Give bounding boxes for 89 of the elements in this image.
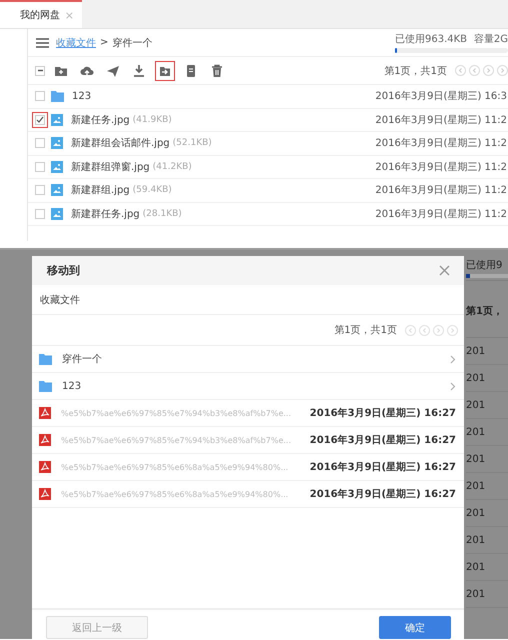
file-name[interactable]: 新建群任务.jpg [71,206,140,221]
file-size: (59.4KB) [132,185,172,196]
file-date: 201 [466,534,486,546]
file-date: 201 [466,400,486,410]
file-date: 201 [466,372,486,384]
file-name[interactable]: 新建群组会话邮件.jpg [71,136,170,150]
file-date: 201 [466,588,486,600]
item-date: 2016年3月9日(星期三) 16:27 [310,488,456,501]
file-date: 201 [466,454,486,464]
file-date: 2016年3月9日(星期三) 11:2 [375,184,508,198]
folder-icon [39,380,52,392]
folder-row[interactable]: 穿件一个 [32,346,464,373]
move-tool[interactable] [155,60,175,80]
row-checkbox[interactable] [35,162,45,172]
file-date: 2016年3月9日(星期三) 16:3 [375,90,508,104]
file-size: (41.9KB) [132,114,172,125]
file-date: 2016年3月9日(星期三) 11:2 [375,114,508,127]
close-icon[interactable] [439,265,450,276]
select-all-checkbox[interactable] [35,66,45,76]
pager-text: 第1页， [466,304,503,318]
menu-icon[interactable] [36,38,49,48]
file-name[interactable]: 新建群组.jpg [71,183,130,198]
item-name: %e5%b7%ae%e6%97%85%e6%8a%a5%e9%94%80%... [61,462,288,472]
pager-text: 第1页，共1页 [334,324,397,337]
chevron-right-icon [450,382,456,390]
next-page-icon[interactable] [433,324,444,336]
download-icon [132,64,146,78]
confirm-button[interactable]: 确定 [379,616,451,639]
storage-used: 已使用9 [466,260,502,271]
minus-icon [36,67,44,74]
file-size: (28.1KB) [142,208,182,219]
dialog-title: 移动到 [47,263,80,278]
file-name[interactable]: 123 [72,90,92,102]
row-checkbox[interactable] [35,138,45,148]
document-icon [39,461,51,473]
file-date: 2016年3月9日(星期三) 11:2 [375,160,508,174]
chevron-right-icon [450,354,456,364]
dialog-path[interactable]: 收藏文件 [40,292,80,306]
item-name: %e5%b7%ae%e6%97%85%e7%94%b3%e8%af%b7%e... [61,408,292,418]
document-icon [39,434,51,446]
breadcrumb-current: 穿件一个 [112,36,152,50]
item-name: %e5%b7%ae%e6%97%85%e7%94%b3%e8%af%b7%e... [61,436,292,444]
checkmark-icon [36,116,44,124]
row-checkbox[interactable] [35,91,45,102]
item-name: 穿件一个 [62,352,102,366]
image-file-icon [51,114,63,126]
image-file-icon [51,160,63,173]
item-name: %e5%b7%ae%e6%97%85%e6%8a%a5%e9%94%80%... [61,490,288,498]
file-size: (52.1KB) [172,138,212,148]
row-checkbox[interactable] [35,208,45,219]
file-name[interactable]: 新建任务.jpg [71,112,130,127]
pager-text: 第1页，共1页 [384,64,447,78]
file-date: 201 [466,426,486,438]
document-icon [39,488,51,500]
folder-row[interactable]: 123 [32,373,464,400]
image-file-icon [51,137,63,150]
breadcrumb-separator: > [100,37,108,48]
first-page-icon[interactable] [455,65,466,76]
last-page-icon[interactable] [447,324,458,336]
item-date: 2016年3月9日(星期三) 16:27 [310,460,456,474]
file-name[interactable]: 新建群组弹窗.jpg [71,160,150,174]
folder-icon [39,354,52,364]
prev-page-icon[interactable] [469,65,480,76]
storage-capacity: 容量2G [474,32,508,46]
document-icon [184,64,198,78]
item-date: 2016年3月9日(星期三) 16:27 [310,434,456,447]
image-file-icon [51,184,63,196]
item-name: 123 [62,380,82,392]
file-date: 2016年3月9日(星期三) 11:2 [375,136,508,150]
last-page-icon[interactable] [497,65,508,76]
file-date: 2016年3月9日(星期三) 11:2 [375,208,508,221]
file-date: 201 [466,480,486,492]
tab[interactable]: 我的网盘 × [0,0,82,28]
storage-used: 已使用963.4KB [395,33,468,46]
paper-plane-icon [106,64,120,78]
first-page-icon[interactable] [405,324,416,336]
row-checkbox[interactable] [35,114,45,125]
file-date: 201 [466,346,486,356]
file-date: 201 [466,562,486,572]
next-page-icon[interactable] [483,65,494,76]
row-checkbox[interactable] [35,185,45,196]
file-date: 201 [466,508,486,518]
item-date: 2016年3月9日(星期三) 16:27 [310,406,456,420]
document-icon [39,407,51,419]
image-file-icon [51,208,63,220]
trash-icon [210,64,224,78]
file-size: (41.2KB) [152,162,192,172]
folder-icon [51,90,64,102]
prev-page-icon[interactable] [419,324,430,336]
